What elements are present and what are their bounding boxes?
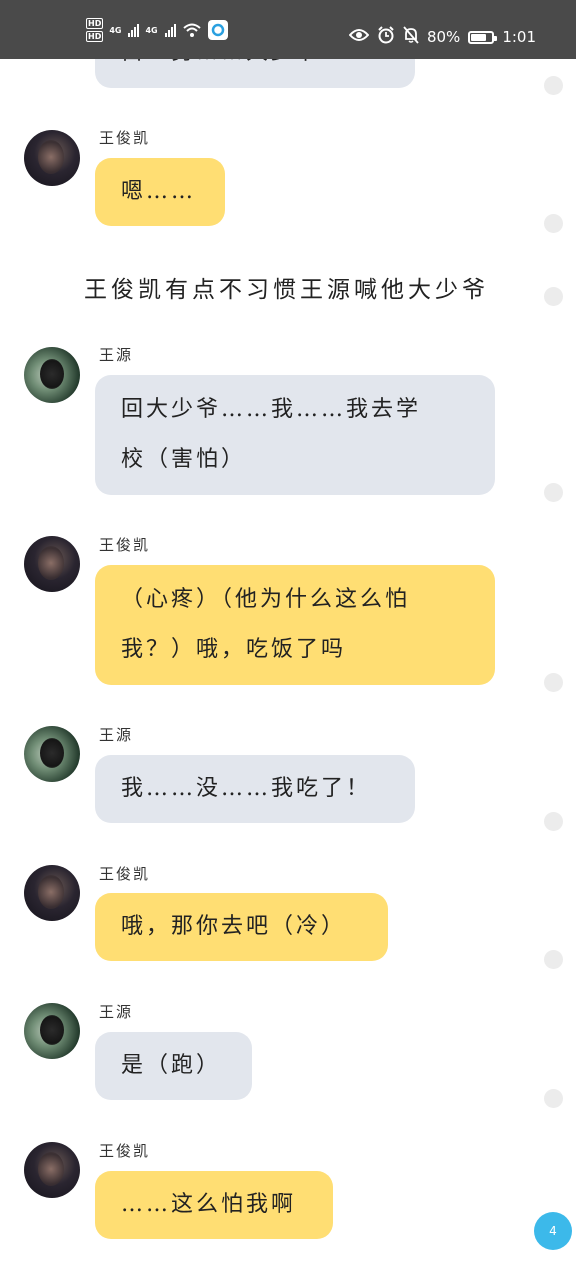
hd-badge: HD [86, 18, 104, 29]
eye-icon [348, 28, 370, 46]
status-bar: HD HD 4G 4G 80% 1:01 [0, 0, 576, 59]
message-line: 校（害怕） [121, 447, 247, 472]
sender-name: 王源 [99, 1003, 134, 1021]
unread-count-button[interactable]: 4 [534, 1212, 572, 1250]
message-text: 哦，那你去吧（冷） [121, 914, 347, 939]
avatar-wang-yuan[interactable] [24, 347, 80, 403]
message-bubble[interactable]: 哦，那你去吧（冷） [95, 893, 388, 961]
signal-icon [164, 23, 176, 37]
mute-bell-icon [403, 26, 419, 48]
clock: 1:01 [502, 28, 536, 46]
network-type: 4G [109, 25, 122, 35]
status-right: 80% 1:01 [348, 26, 536, 48]
alarm-icon [377, 26, 395, 48]
select-dot[interactable] [544, 812, 563, 831]
chat-area: 白：努……大少爷 王俊凯 嗯…… 王俊凯有点不习惯王源喊他大少爷 王源 回大少爷… [0, 0, 576, 1280]
hd-badge: HD [86, 31, 104, 42]
battery-percent: 80% [426, 28, 461, 46]
message-bubble[interactable]: ……这么怕我啊 [95, 1171, 333, 1239]
hd-indicators: HD HD [86, 18, 104, 42]
sender-name: 王源 [99, 346, 134, 364]
select-dot[interactable] [544, 1089, 563, 1108]
message-line: 我？）哦，吃饭了吗 [121, 637, 347, 662]
sender-name: 王源 [99, 726, 134, 744]
network-type: 4G [145, 25, 158, 35]
select-dot[interactable] [544, 673, 563, 692]
avatar-wang-junkai[interactable] [24, 1142, 80, 1198]
message-bubble[interactable]: 回大少爷……我……我去学 校（害怕） [95, 375, 495, 495]
select-dot[interactable] [544, 483, 563, 502]
message-bubble[interactable]: 是（跑） [95, 1032, 252, 1100]
avatar-wang-junkai[interactable] [24, 130, 80, 186]
message-text: ……这么怕我啊 [121, 1192, 297, 1217]
sender-name: 王俊凯 [99, 129, 151, 147]
unread-count: 4 [549, 1224, 557, 1238]
narration-text: 王俊凯有点不习惯王源喊他大少爷 [84, 277, 489, 303]
message-text: 我……没……我吃了！ [121, 776, 372, 801]
battery-icon [468, 30, 498, 44]
select-dot[interactable] [544, 214, 563, 233]
select-dot[interactable] [544, 76, 563, 95]
avatar-wang-yuan[interactable] [24, 726, 80, 782]
message-text: 嗯…… [121, 179, 197, 204]
message-bubble[interactable]: （心疼）（他为什么这么怕 我？）哦，吃饭了吗 [95, 565, 495, 685]
status-left: HD HD 4G 4G [86, 18, 228, 42]
app-notification-icon [207, 20, 228, 40]
message-line: 回大少爷……我……我去学 [121, 397, 422, 422]
signal-icon [128, 23, 140, 37]
sender-name: 王俊凯 [99, 865, 151, 883]
message-bubble[interactable]: 我……没……我吃了！ [95, 755, 415, 823]
avatar-wang-junkai[interactable] [24, 536, 80, 592]
message-line: （心疼）（他为什么这么怕 [121, 587, 411, 612]
wifi-icon [182, 22, 202, 38]
battery-level [471, 33, 486, 41]
select-dot[interactable] [544, 950, 563, 969]
avatar-wang-yuan[interactable] [24, 1003, 80, 1059]
sender-name: 王俊凯 [99, 1142, 151, 1160]
message-bubble[interactable]: 嗯…… [95, 158, 225, 226]
avatar-wang-junkai[interactable] [24, 865, 80, 921]
sender-name: 王俊凯 [99, 536, 151, 554]
select-dot[interactable] [544, 287, 563, 306]
message-text: 是（跑） [121, 1053, 222, 1078]
